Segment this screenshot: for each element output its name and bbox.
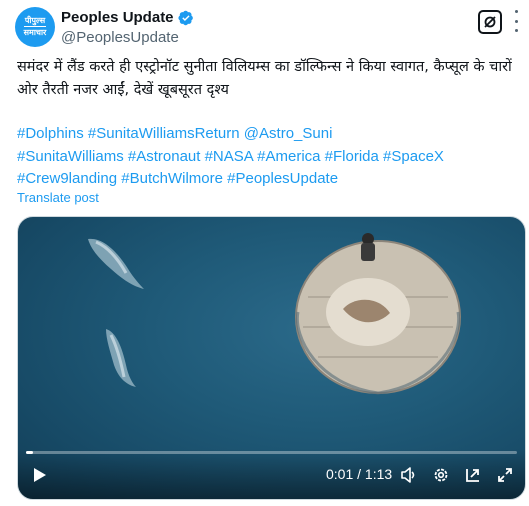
- video-player[interactable]: 0:01 / 1:13: [17, 216, 526, 500]
- verified-badge-icon: [177, 10, 193, 25]
- translate-post-link[interactable]: Translate post: [17, 190, 99, 205]
- fullscreen-icon[interactable]: [496, 466, 514, 484]
- dolphin-image: [106, 329, 136, 387]
- time-display: 0:01 / 1:13: [326, 466, 392, 482]
- avatar[interactable]: पीपुल्स समाचार: [15, 7, 55, 47]
- time-separator: /: [357, 466, 362, 482]
- hashtag-link[interactable]: #Crew9landing: [17, 170, 117, 187]
- hashtag-link[interactable]: #SunitaWilliamsReturn: [88, 125, 240, 142]
- video-controls: 0:01 / 1:13: [18, 449, 525, 499]
- duration: 1:13: [364, 466, 393, 482]
- current-time: 0:01: [326, 466, 354, 482]
- display-name[interactable]: Peoples Update: [61, 9, 174, 26]
- hashtag-link[interactable]: #Dolphins: [17, 125, 84, 142]
- hashtag-link[interactable]: #Florida: [325, 148, 379, 165]
- avatar-text-top: पीपुल्स: [24, 16, 46, 25]
- grok-icon: [484, 16, 496, 28]
- dolphin-image: [88, 238, 144, 289]
- more-icon: [514, 10, 518, 13]
- hashtag-link[interactable]: #ButchWilmore: [121, 170, 223, 187]
- hashtag-link[interactable]: #America: [257, 148, 320, 165]
- play-icon[interactable]: [30, 466, 48, 484]
- hashtag-list: #Dolphins #SunitaWilliamsReturn @Astro_S…: [17, 123, 517, 191]
- popout-icon[interactable]: [464, 466, 482, 484]
- grok-button[interactable]: [478, 10, 502, 34]
- hashtag-link[interactable]: #Astronaut: [128, 148, 201, 165]
- avatar-text-bottom: समाचार: [23, 26, 47, 37]
- hashtag-link[interactable]: #SpaceX: [383, 148, 444, 165]
- hashtag-link[interactable]: #PeoplesUpdate: [227, 170, 338, 187]
- gear-icon[interactable]: [432, 466, 450, 484]
- more-options-button[interactable]: [510, 10, 522, 32]
- capsule-image: [295, 233, 461, 395]
- volume-icon[interactable]: [400, 466, 418, 484]
- progress-fill: [26, 451, 33, 454]
- handle[interactable]: @PeoplesUpdate: [61, 29, 179, 46]
- mention-link[interactable]: @Astro_Suni: [244, 125, 333, 142]
- hashtag-link[interactable]: #SunitaWilliams: [17, 148, 124, 165]
- author-name-row: Peoples Update: [61, 9, 194, 26]
- hashtag-link[interactable]: #NASA: [205, 148, 253, 165]
- progress-bar[interactable]: [26, 451, 517, 454]
- tweet-text: समंदर में लैंड करते ही एस्ट्रोनॉट सुनीता…: [17, 59, 512, 98]
